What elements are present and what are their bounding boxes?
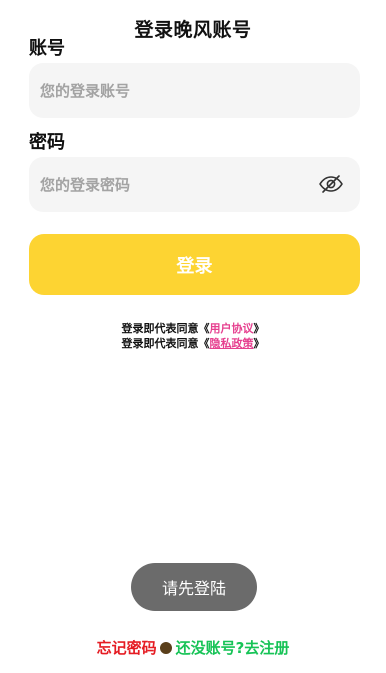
account-field-container[interactable] (29, 63, 360, 118)
login-button[interactable]: 登录 (29, 234, 360, 295)
password-input[interactable] (40, 175, 316, 194)
password-label: 密码 (29, 132, 65, 153)
register-link[interactable]: 还没账号?去注册 (176, 637, 290, 658)
account-label: 账号 (29, 38, 65, 59)
toast-message: 请先登陆 (131, 563, 257, 611)
forgot-password-link[interactable]: 忘记密码 (97, 637, 157, 658)
user-agreement-link[interactable]: 用户协议 (210, 322, 254, 335)
user-agreement-line: 登录即代表同意《用户协议》 (0, 322, 386, 336)
agreement-prefix: 登录即代表同意《 (121, 337, 210, 350)
footer-links: 忘记密码 还没账号?去注册 (0, 637, 386, 658)
privacy-policy-link[interactable]: 隐私政策 (210, 337, 254, 350)
eye-off-icon[interactable] (318, 173, 344, 195)
agreement-suffix: 》 (253, 322, 265, 335)
agreement-prefix: 登录即代表同意《 (121, 322, 210, 335)
privacy-policy-line: 登录即代表同意《隐私政策》 (0, 337, 386, 351)
separator-dot (159, 641, 172, 654)
agreement-suffix: 》 (253, 337, 265, 350)
password-field-container[interactable] (29, 157, 360, 212)
account-input[interactable] (40, 81, 316, 100)
